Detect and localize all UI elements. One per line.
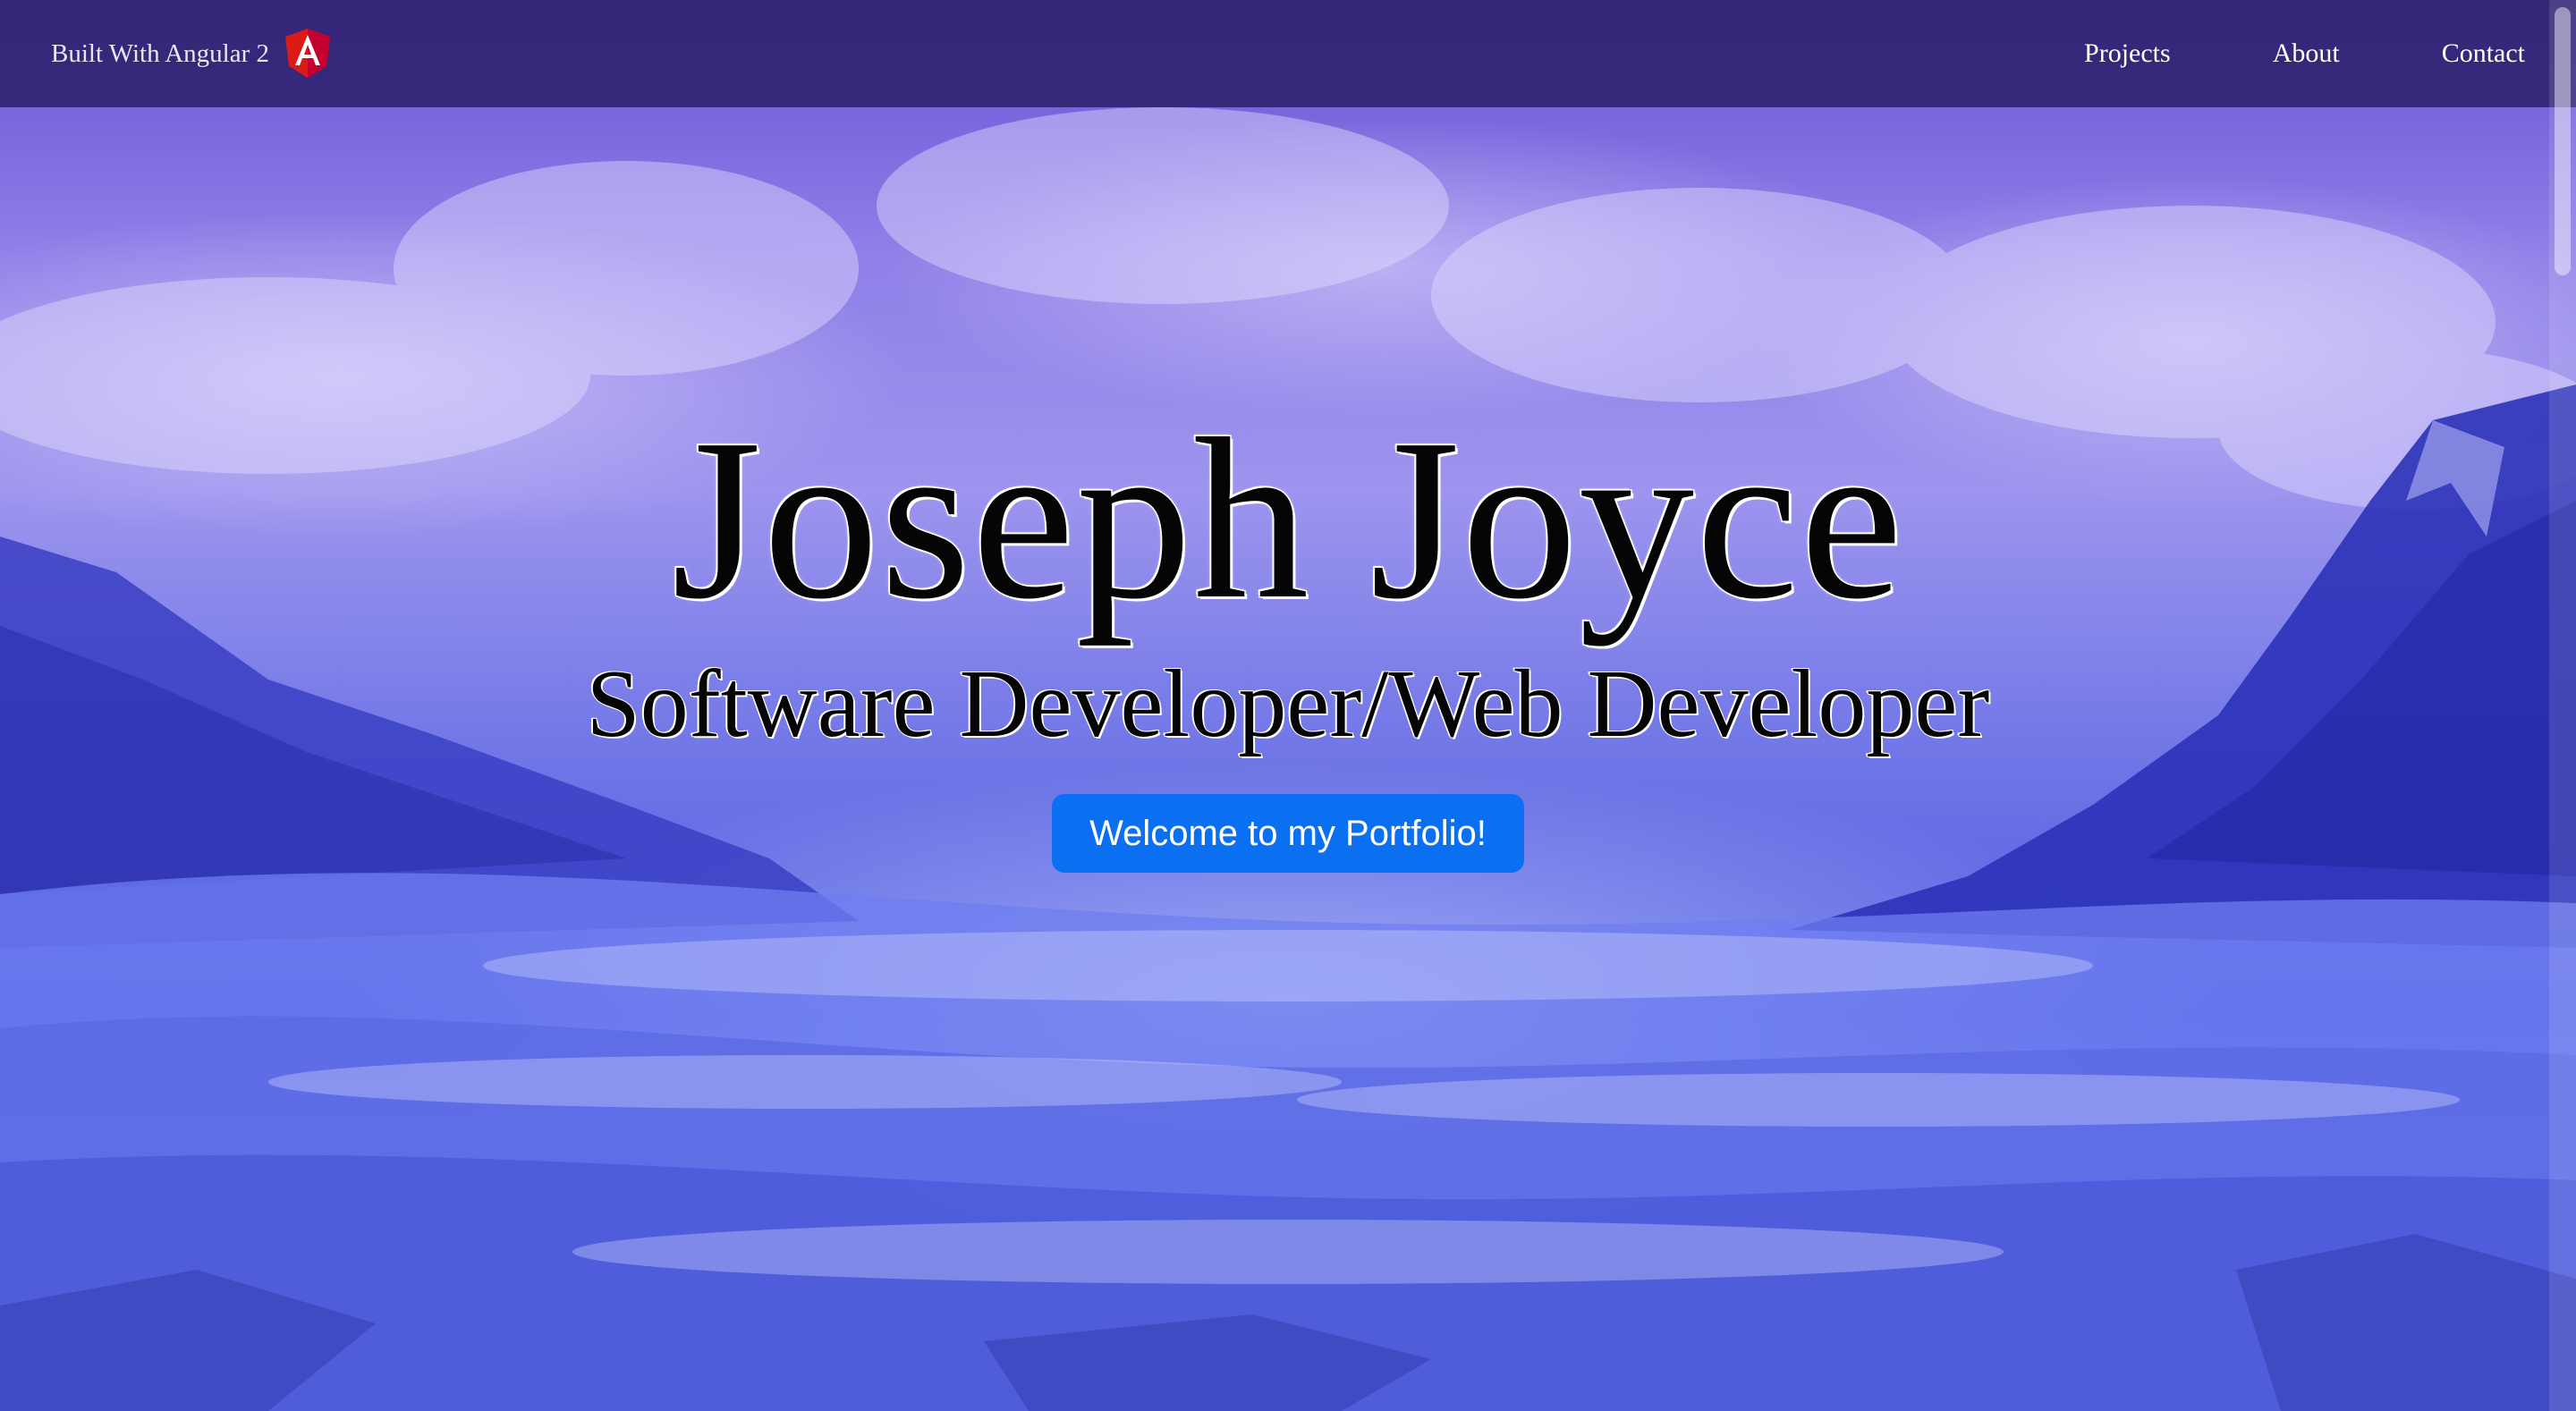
vertical-scrollbar[interactable]: [2549, 0, 2576, 1411]
brand-text: Built With Angular 2: [51, 38, 269, 68]
hero-title: Joseph Joyce: [670, 390, 1905, 648]
nav-links: Projects About Contact: [2084, 30, 2525, 77]
top-navbar: Built With Angular 2 Projects About Cont…: [0, 0, 2576, 107]
nav-link-about[interactable]: About: [2273, 38, 2340, 69]
scrollbar-thumb[interactable]: [2555, 7, 2571, 275]
nav-link-contact[interactable]: Contact: [2442, 38, 2525, 69]
brand[interactable]: Built With Angular 2: [51, 29, 332, 78]
welcome-button[interactable]: Welcome to my Portfolio!: [1052, 794, 1524, 873]
hero-subtitle: Software Developer/Web Developer: [586, 650, 1991, 758]
nav-link-projects[interactable]: Projects: [2084, 38, 2171, 69]
angular-logo-icon: [285, 29, 330, 78]
